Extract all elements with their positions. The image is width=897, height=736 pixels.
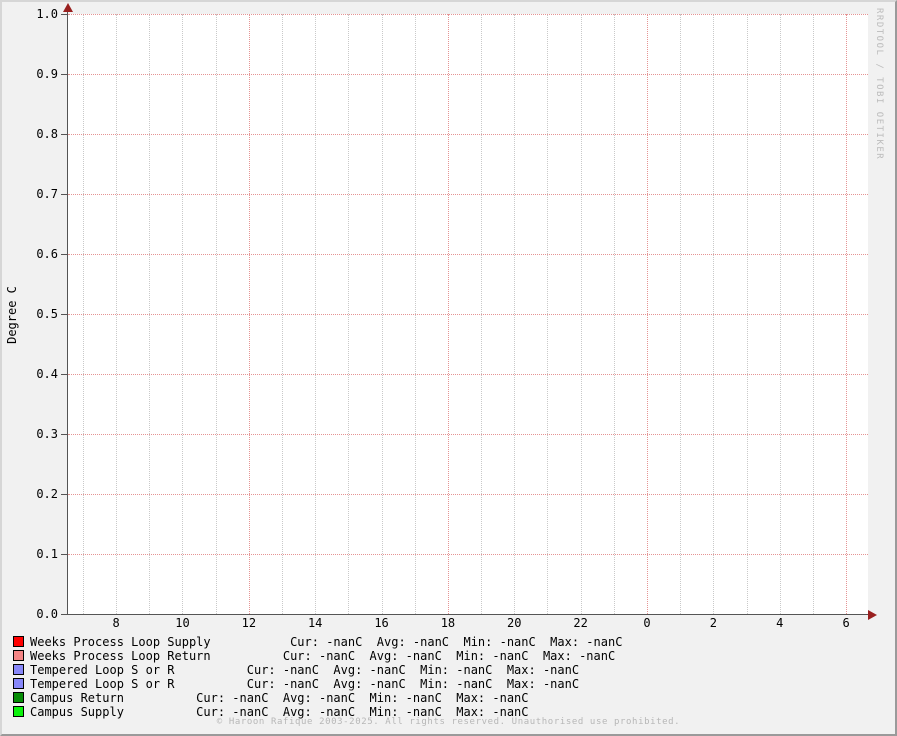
y-tick-label: 0.9	[36, 67, 58, 81]
major-gridline	[68, 134, 868, 135]
y-tick-label: 0.2	[36, 487, 58, 501]
y-tick-mark	[61, 374, 67, 375]
y-axis-title: Degree C	[5, 286, 19, 344]
y-tick-label: 0.6	[36, 247, 58, 261]
legend-swatch-icon	[13, 650, 24, 661]
major-gridline	[68, 494, 868, 495]
x-tick-label: 0	[643, 616, 651, 630]
legend-text: Tempered Loop S or R Cur: -nanC Avg: -na…	[30, 677, 580, 691]
y-tick-mark	[61, 434, 67, 435]
major-gridline	[68, 14, 868, 15]
y-tick-mark	[61, 314, 67, 315]
y-tick-mark	[61, 494, 67, 495]
x-tick-label: 14	[307, 616, 323, 630]
legend-row: Campus Return Cur: -nanC Avg: -nanC Min:…	[13, 691, 883, 705]
x-tick-label: 16	[374, 616, 389, 630]
y-tick-label: 0.4	[36, 367, 58, 381]
y-tick-label: 0.3	[36, 427, 58, 441]
legend-row: Weeks Process Loop Supply Cur: -nanC Avg…	[13, 635, 883, 649]
x-axis-line	[62, 614, 868, 615]
y-tick-label: 1.0	[36, 7, 58, 21]
legend-swatch-icon	[13, 692, 24, 703]
x-tick-label: 8	[112, 616, 120, 630]
plot-area	[68, 14, 868, 615]
legend: Weeks Process Loop Supply Cur: -nanC Avg…	[13, 635, 883, 719]
legend-text: Weeks Process Loop Supply Cur: -nanC Avg…	[30, 635, 623, 649]
major-gridline	[68, 314, 868, 315]
x-tick-label: 10	[175, 616, 190, 630]
y-tick-label: 0.0	[36, 607, 58, 621]
rrdtool-graph: 1.0 0.9 0.8 0.7 0.6 0.5 0.4 0.3 0.2 0.1 0.0 8 10 12 1…	[0, 0, 897, 736]
legend-row: Tempered Loop S or R Cur: -nanC Avg: -na…	[13, 663, 883, 677]
y-tick-label: 0.1	[36, 547, 58, 561]
y-axis-arrow-icon	[63, 3, 73, 12]
major-gridline	[68, 374, 868, 375]
x-tick-label: 22	[573, 616, 588, 630]
major-gridline	[68, 434, 868, 435]
rrdtool-watermark: RRDTOOL / TOBI OETIKER	[874, 8, 884, 161]
legend-swatch-icon	[13, 664, 24, 675]
x-tick-label: 4	[776, 616, 784, 630]
y-tick-mark	[61, 14, 67, 15]
legend-text: Weeks Process Loop Return Cur: -nanC Avg…	[30, 649, 616, 663]
x-tick-label: 12	[241, 616, 257, 630]
x-tick-label: 20	[507, 616, 522, 630]
major-gridline	[68, 254, 868, 255]
legend-swatch-icon	[13, 636, 24, 647]
footer-copyright: © Haroon Rafique 2003-2025. All rights r…	[216, 717, 681, 727]
y-tick-mark	[61, 614, 67, 615]
legend-row: Tempered Loop S or R Cur: -nanC Avg: -na…	[13, 677, 883, 691]
major-gridline	[68, 554, 868, 555]
legend-text: Campus Return Cur: -nanC Avg: -nanC Min:…	[30, 691, 529, 705]
y-tick-mark	[61, 74, 67, 75]
y-axis-line	[67, 10, 68, 615]
major-gridline	[68, 194, 868, 195]
y-tick-label: 0.8	[36, 127, 58, 141]
x-tick-label: 6	[842, 616, 850, 630]
legend-text: Tempered Loop S or R Cur: -nanC Avg: -na…	[30, 663, 580, 677]
y-tick-label: 0.7	[36, 187, 58, 201]
legend-row: Weeks Process Loop Return Cur: -nanC Avg…	[13, 649, 883, 663]
legend-swatch-icon	[13, 706, 24, 717]
y-tick-mark	[61, 194, 67, 195]
y-tick-mark	[61, 554, 67, 555]
y-tick-mark	[61, 134, 67, 135]
x-tick-label: 2	[709, 616, 717, 630]
x-tick-label: 18	[440, 616, 456, 630]
x-axis-arrow-icon	[868, 610, 877, 620]
major-gridline	[68, 74, 868, 75]
y-tick-mark	[61, 254, 67, 255]
legend-swatch-icon	[13, 678, 24, 689]
